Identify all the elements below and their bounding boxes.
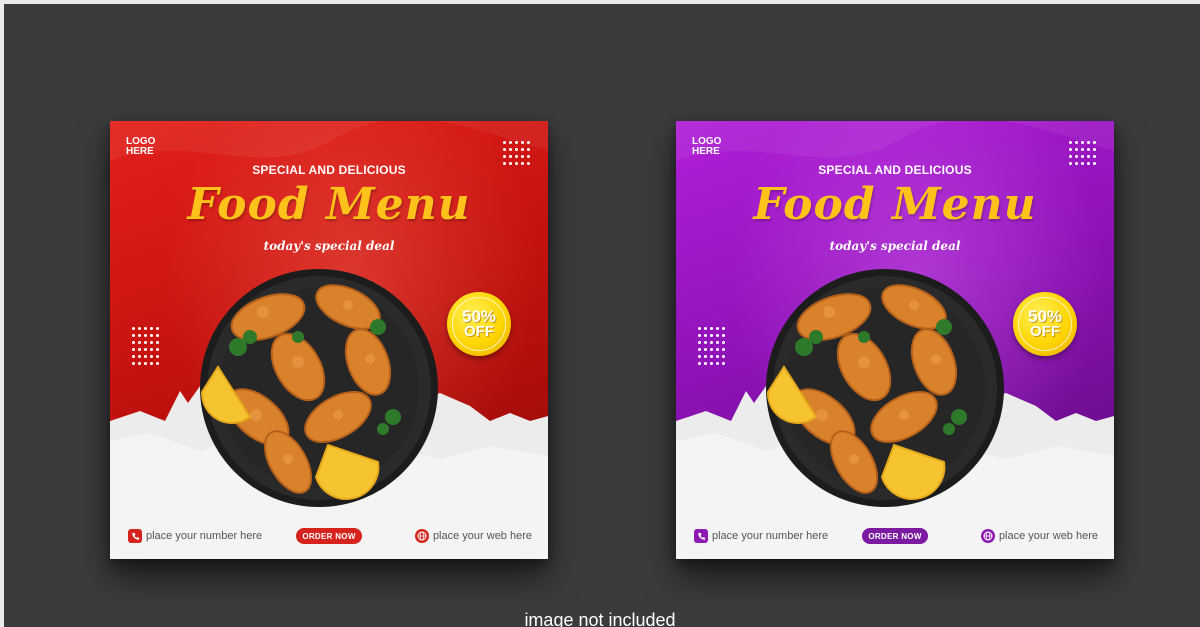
phone-contact: place your number here [694, 529, 828, 543]
phone-icon [128, 529, 142, 543]
logo-text-line2: HERE [692, 146, 720, 157]
discount-badge: 50% OFF [1013, 292, 1077, 356]
tagline: today's special deal [263, 239, 395, 253]
discount-off: OFF [464, 323, 494, 340]
discount-percent: 50% [1027, 307, 1063, 326]
web-text: place your web here [432, 530, 532, 542]
card-footer: place your number here ORDER NOW place y… [110, 515, 548, 559]
card-footer: place your number here ORDER NOW place y… [676, 515, 1114, 559]
logo-placeholder: LOGO HERE [692, 137, 732, 157]
dot-pattern-left [132, 327, 159, 365]
web-contact: place your web here [414, 529, 532, 543]
order-now-button[interactable]: ORDER NOW [862, 528, 928, 544]
dot-pattern-left [698, 327, 725, 365]
left-border [0, 0, 4, 627]
web-text: place your web here [998, 530, 1098, 542]
discount-off: OFF [1030, 323, 1060, 340]
phone-text: place your number here [712, 530, 829, 542]
social-post-card-purple: LOGO HERE SPECIAL AND DELICIOUS Food Men… [676, 121, 1114, 559]
globe-icon [414, 529, 429, 543]
discount-percent: 50% [461, 307, 497, 326]
chicken-plate-image [764, 267, 1006, 509]
globe-icon [980, 529, 995, 543]
menu-title: Food Menu [187, 179, 471, 230]
phone-contact: place your number here [128, 529, 262, 543]
subtitle: SPECIAL AND DELICIOUS [818, 163, 972, 177]
logo-text-line2: HERE [126, 146, 154, 157]
logo-placeholder: LOGO HERE [126, 137, 166, 157]
caption-text: image not included [524, 610, 676, 627]
discount-badge: 50% OFF [447, 292, 511, 356]
menu-title: Food Menu [753, 179, 1037, 230]
dot-pattern-top-right [1069, 141, 1096, 165]
phone-text: place your number here [146, 530, 263, 542]
order-now-button[interactable]: ORDER NOW [296, 528, 362, 544]
web-contact: place your web here [980, 529, 1098, 543]
social-post-card-red: LOGO HERE SPECIAL AND DELICIOUS Food Men… [110, 121, 548, 559]
tagline: today's special deal [829, 239, 961, 253]
top-border [0, 0, 1200, 4]
phone-icon [694, 529, 708, 543]
dot-pattern-top-right [503, 141, 530, 165]
chicken-plate-image [198, 267, 440, 509]
subtitle: SPECIAL AND DELICIOUS [252, 163, 406, 177]
